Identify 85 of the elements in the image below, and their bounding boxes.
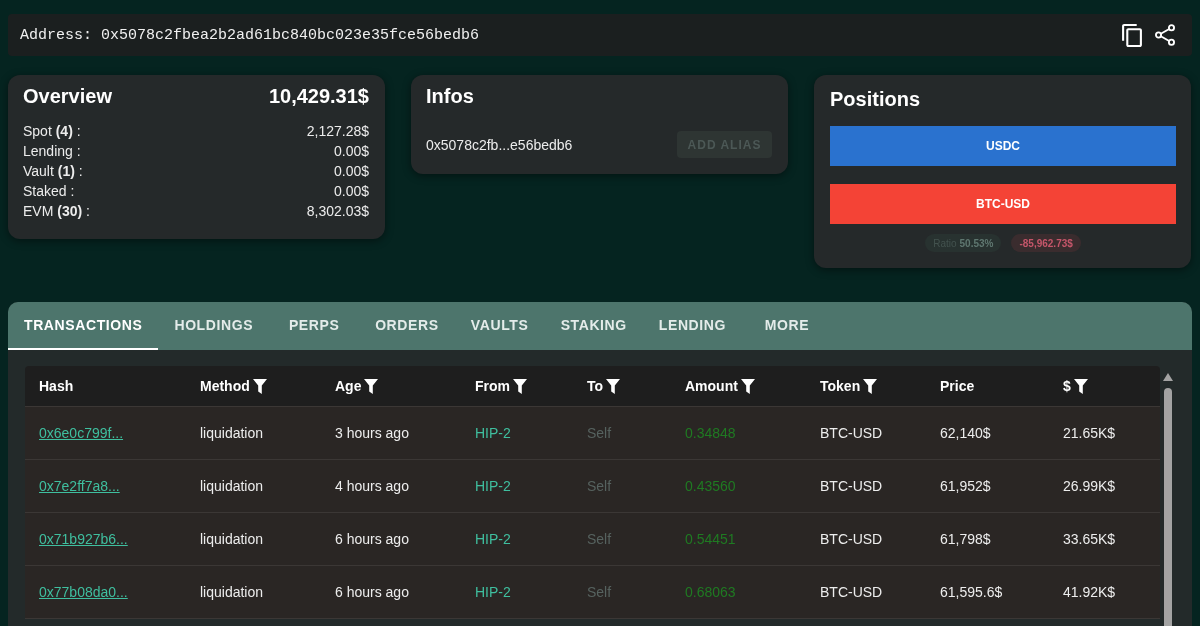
filter-icon[interactable] bbox=[252, 378, 267, 394]
filter-icon[interactable] bbox=[606, 378, 621, 394]
tab[interactable]: ORDERS bbox=[359, 302, 455, 350]
filter-icon[interactable] bbox=[364, 378, 379, 394]
column-header: To bbox=[587, 378, 604, 394]
filter-icon[interactable] bbox=[1073, 378, 1088, 394]
card-title: Positions bbox=[830, 87, 921, 111]
age-text: 6 hours ago bbox=[335, 584, 409, 600]
price-text: 61,952$ bbox=[940, 478, 991, 494]
usd-value-text: 26.99K$ bbox=[1063, 478, 1116, 494]
age-text: 6 hours ago bbox=[335, 531, 409, 547]
scroll-up-arrow-icon[interactable] bbox=[1162, 373, 1173, 381]
filter-icon[interactable] bbox=[740, 378, 755, 394]
hash-link[interactable]: 0x7e2ff7a8... bbox=[39, 478, 120, 494]
method-text: liquidation bbox=[200, 531, 264, 547]
from-text: HIP-2 bbox=[475, 584, 511, 600]
overview-value: 2,127.28$ bbox=[306, 122, 369, 141]
method-text: liquidation bbox=[200, 478, 264, 494]
usd-value-text: 41.92K$ bbox=[1063, 584, 1116, 600]
filter-icon[interactable] bbox=[863, 378, 878, 394]
token-text: BTC-USD bbox=[820, 478, 883, 494]
scrollbar-thumb[interactable] bbox=[1163, 388, 1172, 626]
tab[interactable]: HOLDINGS bbox=[158, 302, 270, 350]
position-bar: USDC bbox=[830, 126, 1176, 166]
price-text: 61,798$ bbox=[940, 531, 991, 547]
column-header: Price bbox=[940, 378, 975, 394]
from-text: HIP-2 bbox=[475, 425, 511, 441]
filter-icon[interactable] bbox=[513, 378, 527, 394]
column-header: Method bbox=[200, 378, 250, 394]
tab[interactable]: STAKING bbox=[544, 302, 643, 350]
overview-label: Spot (4) : bbox=[23, 122, 81, 141]
overview-total: 10,429.31$ bbox=[268, 84, 369, 108]
column-header: Token bbox=[820, 378, 861, 394]
from-text: HIP-2 bbox=[475, 531, 511, 547]
overview-label: Lending : bbox=[23, 142, 81, 161]
hash-link[interactable]: 0x71b927b6... bbox=[39, 531, 128, 547]
usd-value-text: 33.65K$ bbox=[1063, 531, 1116, 547]
tab[interactable]: LENDING bbox=[642, 302, 742, 350]
tab[interactable]: PERPS bbox=[269, 302, 360, 350]
overview-label: Vault (1) : bbox=[23, 162, 83, 181]
price-text: 61,595.6$ bbox=[940, 584, 1003, 600]
card-title: Overview bbox=[23, 84, 112, 108]
to-text: Self bbox=[587, 531, 612, 547]
column-header: Age bbox=[335, 378, 362, 394]
to-text: Self bbox=[587, 478, 612, 494]
amount-text: 0.43560 bbox=[685, 478, 736, 494]
overview-value: 8,302.03$ bbox=[306, 202, 369, 221]
amount-text: 0.68063 bbox=[685, 584, 736, 600]
tab[interactable]: TRANSACTIONS bbox=[8, 302, 159, 350]
tab[interactable]: VAULTS bbox=[454, 302, 545, 350]
amount-text: 0.34848 bbox=[685, 425, 736, 441]
position-bar: BTC-USD bbox=[830, 184, 1176, 224]
amount-text: 0.54451 bbox=[685, 531, 736, 547]
share-icon[interactable] bbox=[1155, 24, 1175, 46]
address-value: 0x5078c2fbea2b2ad61bc840bc023e35fce56bedb6 bbox=[101, 26, 480, 44]
to-text: Self bbox=[587, 425, 612, 441]
method-text: liquidation bbox=[200, 425, 264, 441]
address-text: 0x5078c2fb...e56bedb6 bbox=[426, 136, 573, 153]
age-text: 4 hours ago bbox=[335, 478, 409, 494]
tab[interactable]: MORE bbox=[742, 302, 832, 350]
overview-label: EVM (30) : bbox=[23, 202, 90, 221]
to-text: Self bbox=[587, 584, 612, 600]
overview-label: Staked : bbox=[23, 182, 75, 201]
card-title: Infos bbox=[426, 84, 475, 108]
column-header: Hash bbox=[39, 378, 74, 394]
age-text: 3 hours ago bbox=[335, 425, 409, 441]
price-text: 62,140$ bbox=[940, 425, 991, 441]
usd-value-text: 21.65K$ bbox=[1063, 425, 1116, 441]
method-text: liquidation bbox=[200, 584, 264, 600]
hash-link[interactable]: 0x77b08da0... bbox=[39, 584, 128, 600]
ratio-value: 50.53% bbox=[959, 237, 994, 249]
column-header: Amount bbox=[685, 378, 738, 394]
token-text: BTC-USD bbox=[820, 584, 883, 600]
copy-icon[interactable] bbox=[1122, 23, 1142, 47]
overview-value: 0.00$ bbox=[333, 182, 369, 201]
overview-value: 0.00$ bbox=[333, 142, 369, 161]
overview-value: 0.00$ bbox=[333, 162, 369, 181]
pnl-value: -85,962.73$ bbox=[1011, 234, 1081, 252]
token-text: BTC-USD bbox=[820, 425, 883, 441]
token-text: BTC-USD bbox=[820, 531, 883, 547]
column-header: From bbox=[475, 378, 510, 394]
hash-link[interactable]: 0x6e0c799f... bbox=[39, 425, 124, 441]
column-header: $ bbox=[1063, 378, 1071, 394]
from-text: HIP-2 bbox=[475, 478, 511, 494]
address-label: Address: bbox=[20, 26, 92, 44]
